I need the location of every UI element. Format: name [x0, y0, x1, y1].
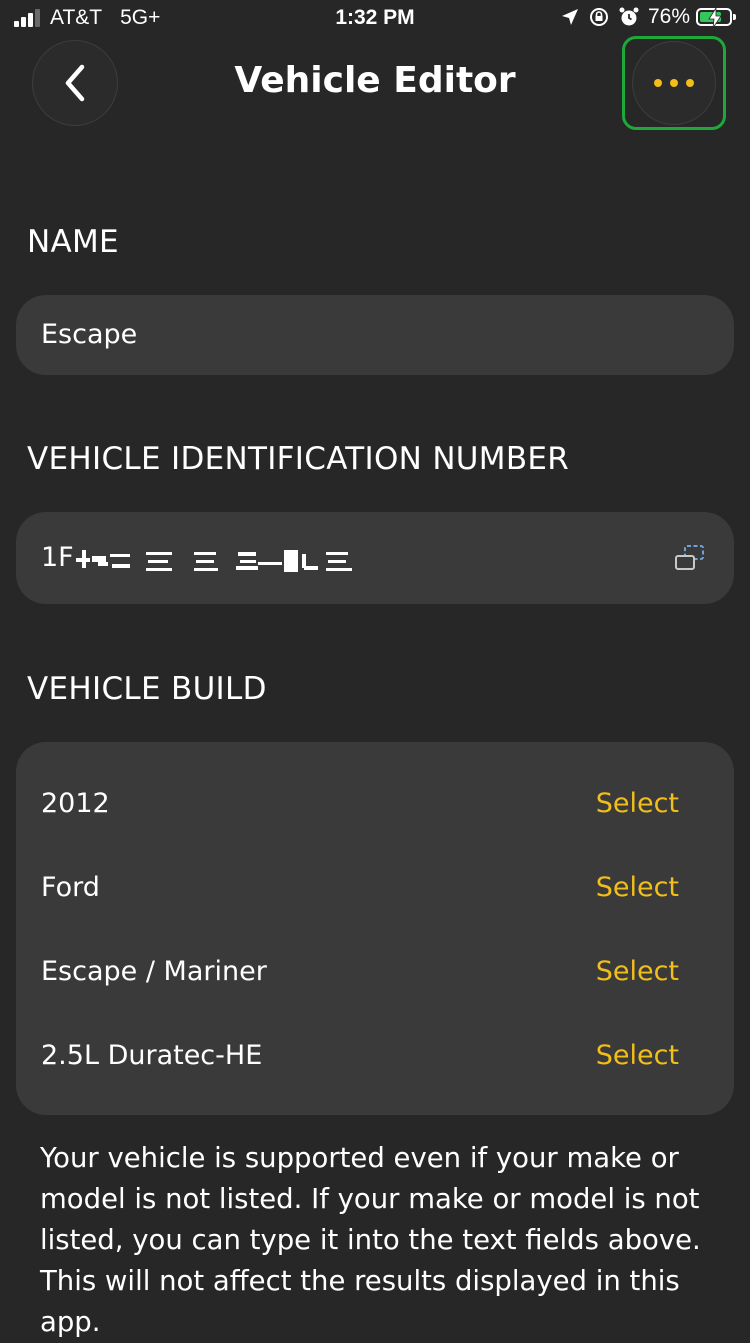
build-row-make: Ford Select: [16, 858, 734, 918]
name-section-label: NAME: [27, 224, 119, 260]
build-row-year: 2012 Select: [16, 774, 734, 834]
vin-input[interactable]: 1F: [16, 512, 734, 604]
select-year-button[interactable]: Select: [596, 788, 679, 819]
status-bar: AT&T 5G+ 1:32 PM 76%: [0, 0, 750, 40]
build-model-value: Escape / Mariner: [41, 956, 267, 987]
more-button-highlight: [622, 36, 726, 130]
vin-section-label: VEHICLE IDENTIFICATION NUMBER: [27, 441, 570, 477]
location-arrow-icon: [561, 9, 578, 25]
battery-percent: 76%: [647, 5, 690, 28]
name-input-value: Escape: [41, 319, 138, 350]
more-options-button[interactable]: [632, 41, 716, 125]
alarm-icon: [619, 7, 639, 26]
build-year-value: 2012: [41, 788, 110, 819]
vin-redaction: [76, 550, 352, 572]
build-make-value: Ford: [41, 872, 100, 903]
select-make-button[interactable]: Select: [596, 872, 679, 903]
name-input[interactable]: Escape: [16, 295, 734, 375]
select-engine-button[interactable]: Select: [596, 1040, 679, 1071]
battery-icon: [696, 8, 736, 28]
charging-bolt-icon: [708, 8, 722, 28]
vehicle-build-card: 2012 Select Ford Select Escape / Mariner…: [16, 742, 734, 1115]
select-model-button[interactable]: Select: [596, 956, 679, 987]
support-note: Your vehicle is supported even if your m…: [40, 1142, 701, 1338]
build-engine-value: 2.5L Duratec-HE: [41, 1040, 263, 1071]
vin-input-value: 1F: [41, 542, 74, 573]
rotation-lock-icon: [589, 8, 608, 26]
copy-icon[interactable]: [674, 544, 706, 572]
build-section-label: VEHICLE BUILD: [27, 671, 267, 707]
status-right: 76%: [560, 5, 736, 29]
build-row-model: Escape / Mariner Select: [16, 942, 734, 1002]
more-dots-icon: [650, 79, 698, 87]
build-row-engine: 2.5L Duratec-HE Select: [16, 1026, 734, 1086]
